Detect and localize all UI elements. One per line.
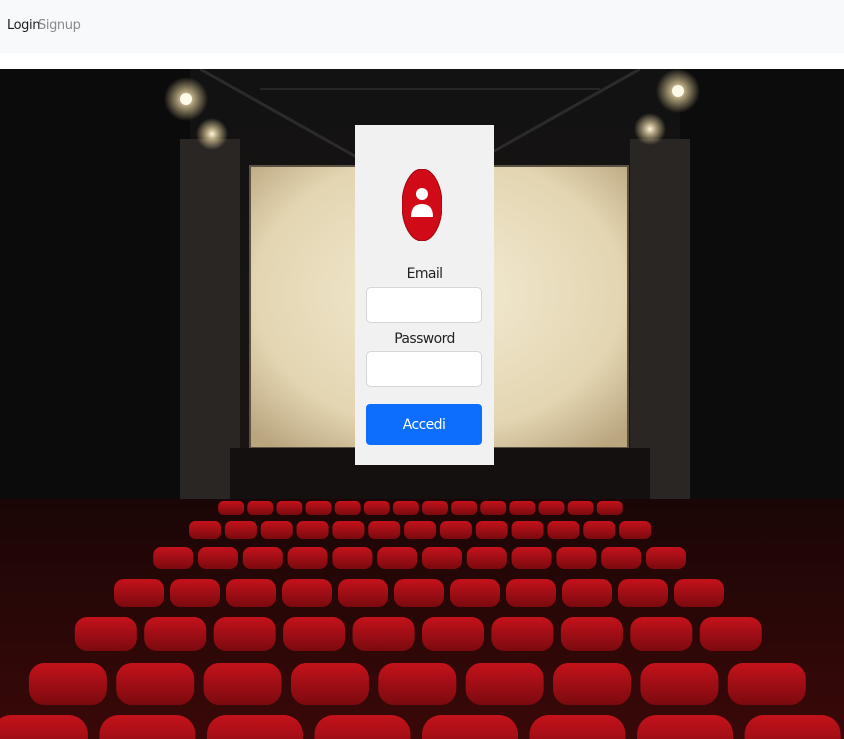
password-input[interactable]	[366, 351, 482, 387]
password-label: Password	[394, 331, 455, 347]
login-link[interactable]: Login	[7, 18, 40, 34]
email-input[interactable]	[366, 287, 482, 323]
email-label: Email	[406, 266, 443, 282]
signup-link[interactable]: Signup	[38, 18, 81, 34]
user-avatar-icon	[401, 168, 443, 242]
login-card: Email Password Accedi	[355, 125, 494, 465]
accedi-button[interactable]: Accedi	[366, 404, 482, 445]
top-navbar: Login Signup	[0, 0, 844, 53]
